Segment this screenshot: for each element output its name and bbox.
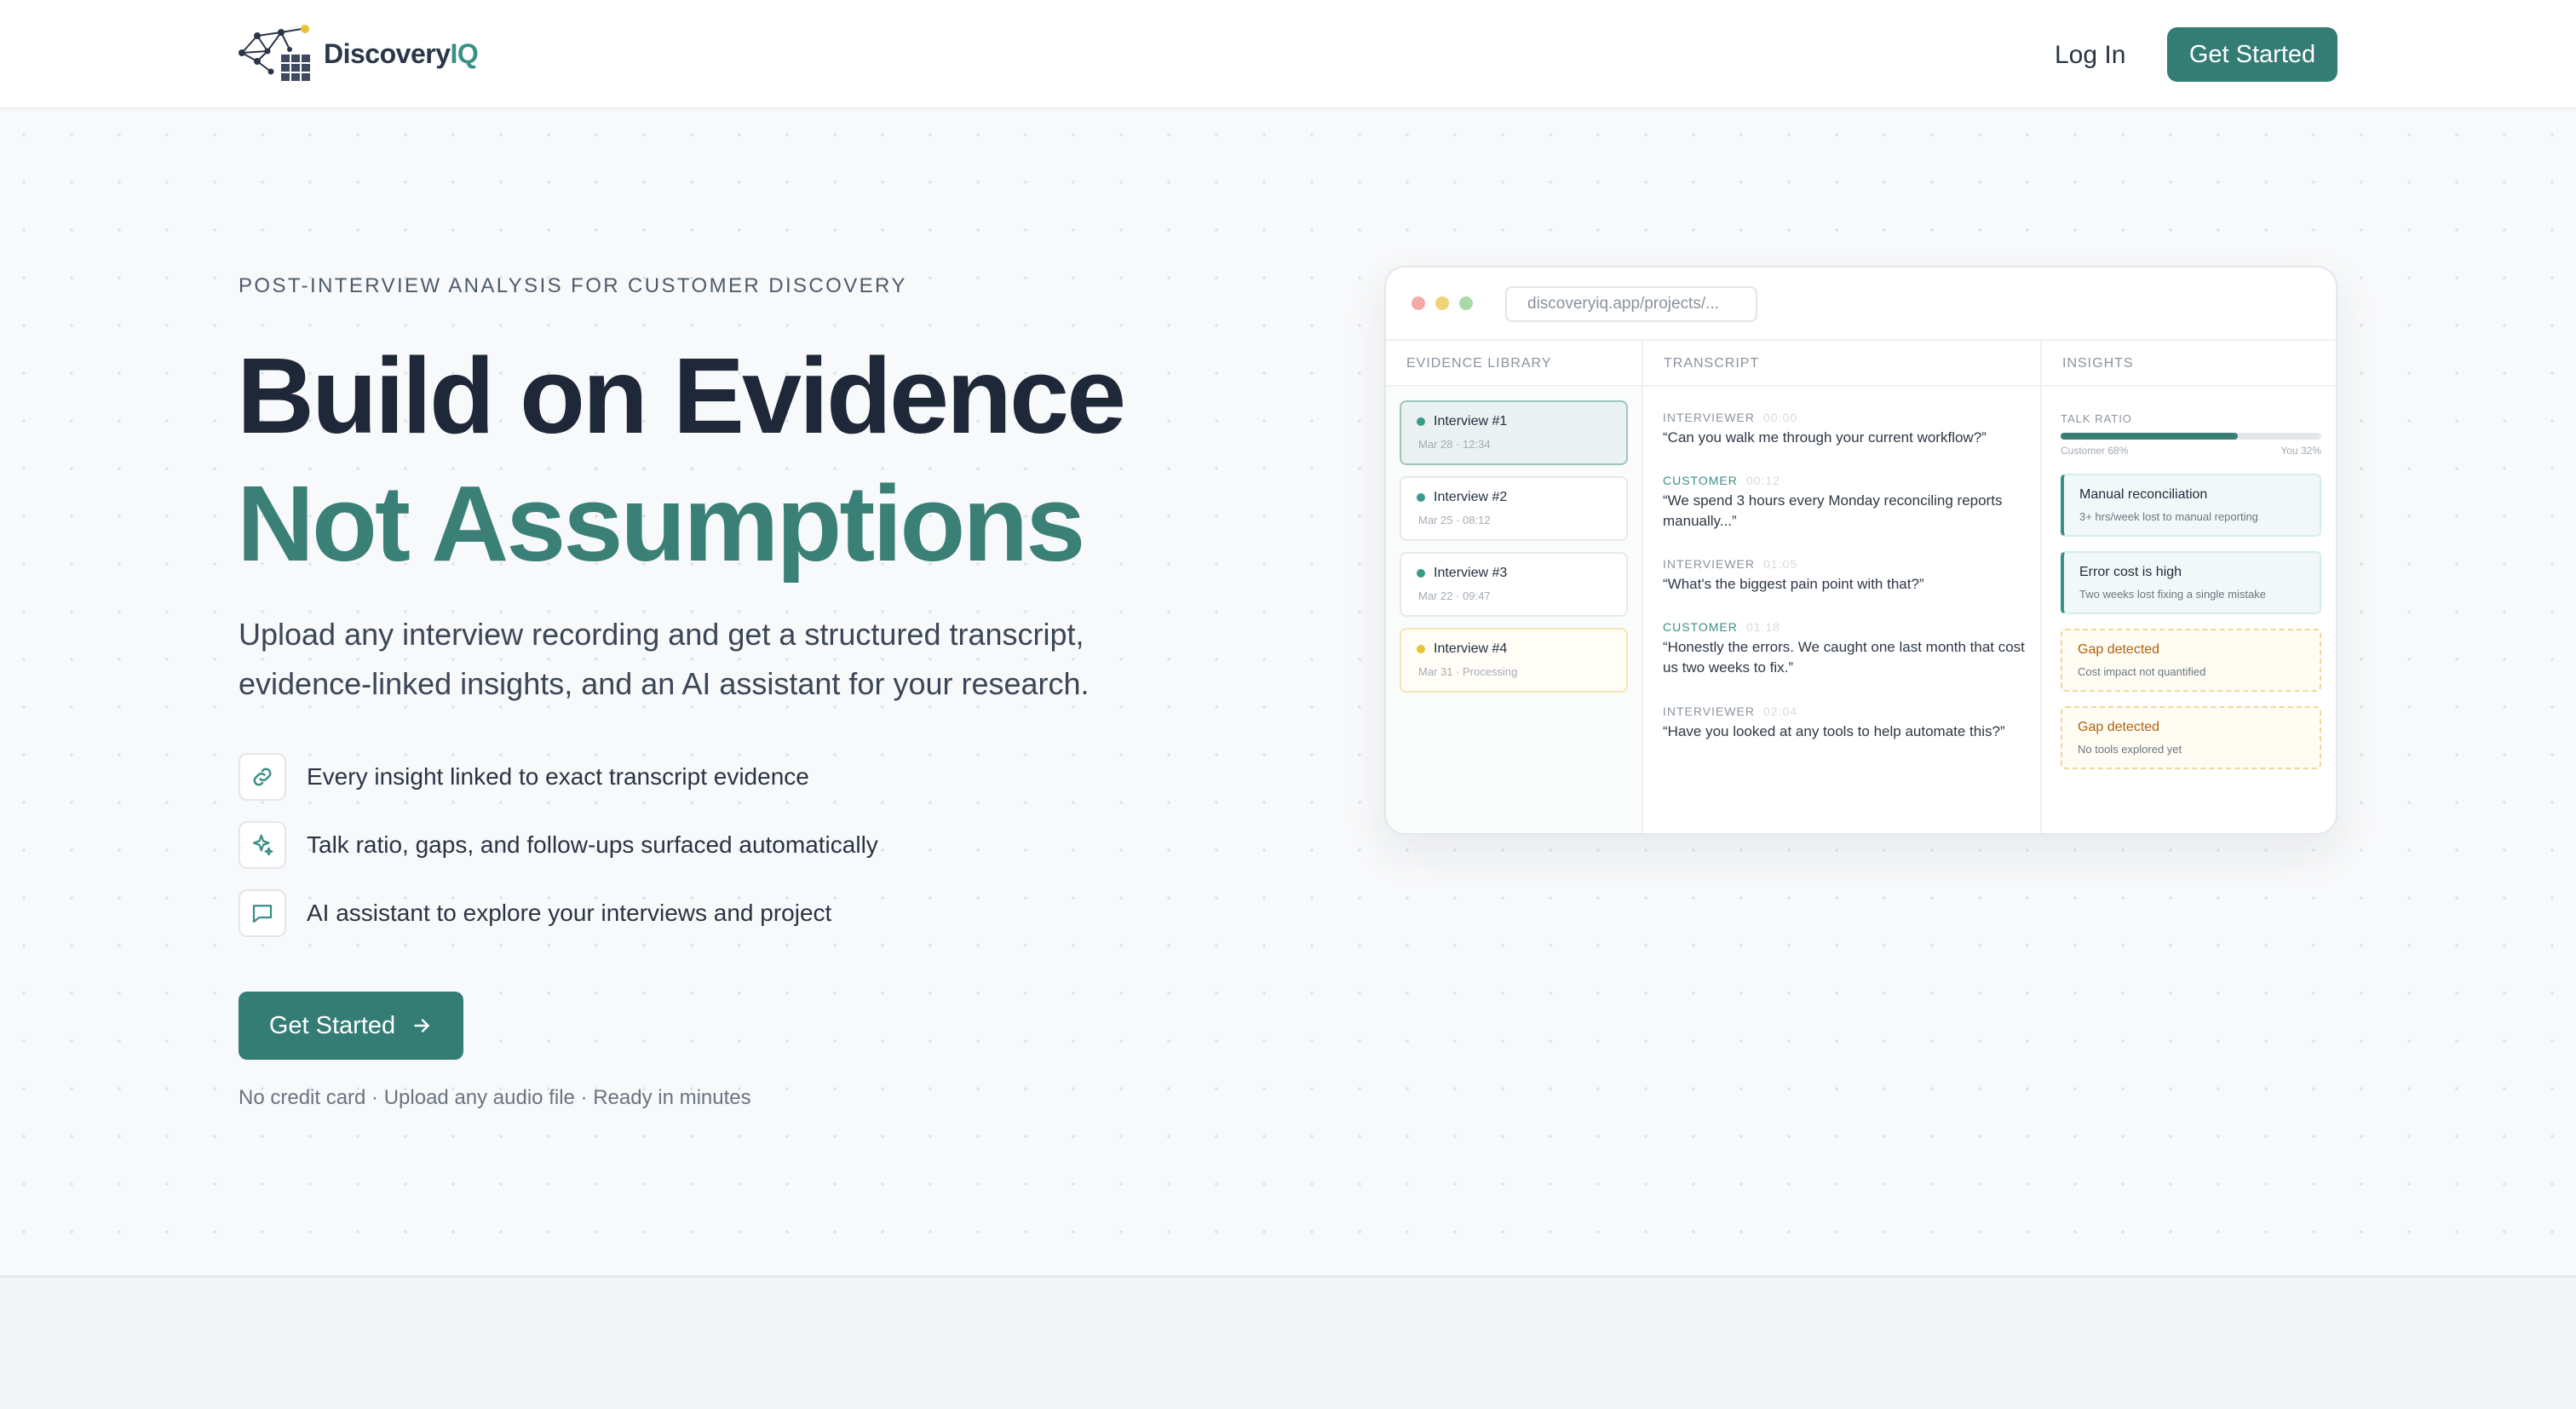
insight-subtitle: 3+ hrs/week lost to manual reporting <box>2079 510 2258 523</box>
speaker-name: CUSTOMER <box>1663 474 1738 487</box>
hero-fine-print: No credit card · Upload any audio file ·… <box>239 1086 751 1109</box>
hero-lead-line-1: Upload any interview recording and get a… <box>239 617 1084 652</box>
hero-headline-accent: Not Assumptions <box>237 463 1085 584</box>
brand-name: DiscoveryIQ <box>324 37 479 70</box>
feature-item: AI assistant to explore your interviews … <box>239 889 831 938</box>
status-dot <box>1417 417 1425 426</box>
timestamp: 00:00 <box>1762 411 1798 424</box>
speaker-label: CUSTOMER 00:12 <box>1663 474 2029 487</box>
status-dot <box>1417 569 1425 578</box>
transcript-text: “We spend 3 hours every Monday reconcili… <box>1663 492 2003 529</box>
speaker-label: CUSTOMER 01:18 <box>1663 620 2029 634</box>
interview-title: Interview #2 <box>1434 490 1508 504</box>
transcript-turn: CUSTOMER 01:18 “Honestly the errors. We c… <box>1663 620 2029 678</box>
hero-eyebrow: POST-INTERVIEW ANALYSIS FOR CUSTOMER DIS… <box>239 274 907 297</box>
column-divider <box>1642 341 1643 833</box>
mockup-browser-bar: discoveryiq.app/projects/... <box>1386 267 2336 341</box>
window-minimize-dot <box>1435 296 1449 310</box>
gap-subtitle: No tools explored yet <box>2078 743 2182 756</box>
talk-ratio-you: You 32% <box>2280 445 2321 457</box>
brand-logo[interactable]: DiscoveryIQ <box>237 24 479 83</box>
insight-subtitle: Two weeks lost fixing a single mistake <box>2079 588 2266 601</box>
gap-subtitle: Cost impact not quantified <box>2078 665 2206 678</box>
talk-ratio-label: TALK RATIO <box>2061 412 2132 425</box>
feature-item: Every insight linked to exact transcript… <box>239 752 809 802</box>
insight-card[interactable]: Error cost is high Two weeks lost fixing… <box>2061 551 2321 614</box>
arrow-right-icon <box>414 1019 429 1032</box>
feature-text: AI assistant to explore your interviews … <box>307 900 832 926</box>
login-link[interactable]: Log In <box>2044 34 2136 77</box>
feature-text: Every insight linked to exact transcript… <box>307 763 809 790</box>
insights-header: INSIGHTS <box>2042 341 2336 387</box>
timestamp: 00:12 <box>1745 474 1780 487</box>
status-dot <box>1417 645 1425 653</box>
speaker-name: INTERVIEWER <box>1663 557 1755 571</box>
transcript-turn: INTERVIEWER 00:00 “Can you walk me throug… <box>1663 411 2029 448</box>
transcript-text: “Can you walk me through your current wo… <box>1663 429 1987 446</box>
mockup-url-bar: discoveryiq.app/projects/... <box>1505 286 1757 322</box>
chat-icon <box>239 889 286 937</box>
hero-lead: Upload any interview recording and get a… <box>239 610 1193 709</box>
interview-card[interactable]: Interview #2 Mar 25 · 08:12 <box>1400 476 1628 541</box>
hero-cta-label: Get Started <box>268 1011 396 1039</box>
gap-card[interactable]: Gap detected Cost impact not quantified <box>2061 629 2321 692</box>
transcript-turn: INTERVIEWER 02:04 “Have you looked at any… <box>1663 704 2029 742</box>
speaker-label: INTERVIEWER 02:04 <box>1663 704 2029 718</box>
product-mockup: discoveryiq.app/projects/... EVIDENCE LI… <box>1384 266 2337 835</box>
timestamp: 02:04 <box>1762 704 1798 718</box>
timestamp: 01:18 <box>1745 620 1780 634</box>
interview-card[interactable]: Interview #1 Mar 28 · 12:34 <box>1400 400 1628 465</box>
interview-meta: Mar 25 · 08:12 <box>1418 514 1491 526</box>
link-icon <box>239 753 286 801</box>
window-close-dot <box>1412 296 1425 310</box>
speaker-name: INTERVIEWER <box>1663 411 1755 424</box>
logo-network-icon <box>239 25 310 81</box>
talk-ratio-customer: Customer 68% <box>2061 445 2129 457</box>
transcript-header: TRANSCRIPT <box>1643 341 2040 387</box>
top-nav: DiscoveryIQ Log In Get Started <box>0 0 2576 109</box>
transcript-text: “Have you looked at any tools to help au… <box>1663 723 2005 739</box>
interview-card[interactable]: Interview #4 Mar 31 · Processing <box>1400 628 1628 693</box>
brand-name-prefix: Discovery <box>324 37 451 69</box>
column-divider <box>2040 341 2042 833</box>
hero-get-started-button[interactable]: Get Started <box>239 992 463 1060</box>
hero-headline-primary: Build on Evidence <box>237 336 1126 456</box>
interview-meta: Mar 31 · Processing <box>1418 665 1518 678</box>
insight-card[interactable]: Manual reconciliation 3+ hrs/week lost t… <box>2061 474 2321 537</box>
nav-get-started-button[interactable]: Get Started <box>2167 27 2337 82</box>
interview-title: Interview #4 <box>1434 641 1508 656</box>
gap-card[interactable]: Gap detected No tools explored yet <box>2061 706 2321 769</box>
interview-card[interactable]: Interview #3 Mar 22 · 09:47 <box>1400 552 1628 617</box>
insight-title: Error cost is high <box>2079 565 2182 579</box>
gap-title: Gap detected <box>2078 720 2160 734</box>
sparkles-icon <box>239 821 286 869</box>
talk-ratio-bar <box>2061 433 2321 440</box>
evidence-library-header: EVIDENCE LIBRARY <box>1386 341 1642 387</box>
hero-lead-line-2: evidence-linked insights, and an AI assi… <box>239 666 1090 701</box>
status-dot <box>1417 493 1425 502</box>
transcript-turn: CUSTOMER 00:12 “We spend 3 hours every Mo… <box>1663 474 2029 532</box>
speaker-label: INTERVIEWER 00:00 <box>1663 411 2029 424</box>
interview-meta: Mar 22 · 09:47 <box>1418 589 1491 602</box>
speaker-label: INTERVIEWER 01:05 <box>1663 557 2029 571</box>
transcript-text: “What's the biggest pain point with that… <box>1663 576 1924 592</box>
transcript-turn: INTERVIEWER 01:05 “What's the biggest pai… <box>1663 557 2029 595</box>
interview-meta: Mar 28 · 12:34 <box>1418 438 1491 451</box>
talk-ratio-fill <box>2061 433 2239 440</box>
speaker-name: CUSTOMER <box>1663 620 1738 634</box>
transcript-text: “Honestly the errors. We caught one last… <box>1663 639 2025 676</box>
interview-title: Interview #1 <box>1434 414 1508 428</box>
insight-title: Manual reconciliation <box>2079 487 2208 502</box>
window-maximize-dot <box>1459 296 1473 310</box>
timestamp: 01:05 <box>1762 557 1798 571</box>
gap-title: Gap detected <box>2078 642 2160 657</box>
evidence-library-list: Interview #1 Mar 28 · 12:34 Interview #2… <box>1386 387 1642 833</box>
brand-name-suffix: IQ <box>450 37 479 69</box>
interview-title: Interview #3 <box>1434 566 1508 580</box>
feature-text: Talk ratio, gaps, and follow-ups surface… <box>307 831 878 858</box>
feature-item: Talk ratio, gaps, and follow-ups surface… <box>239 820 878 870</box>
speaker-name: INTERVIEWER <box>1663 704 1755 718</box>
